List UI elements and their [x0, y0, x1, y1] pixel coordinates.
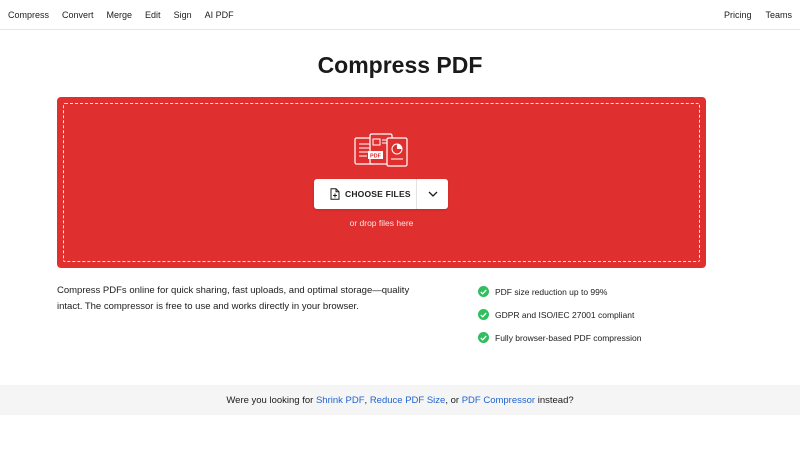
choose-files-button[interactable]: CHOOSE FILES	[314, 179, 448, 209]
feature-text: GDPR and ISO/IEC 27001 compliant	[495, 309, 635, 320]
chevron-down-icon	[428, 191, 437, 197]
nav-item-merge[interactable]: Merge	[107, 10, 133, 20]
svg-text:PDF: PDF	[370, 153, 382, 159]
suggestion-suffix: instead?	[535, 394, 574, 406]
choose-files-main[interactable]: CHOOSE FILES	[314, 179, 417, 209]
nav-item-edit[interactable]: Edit	[145, 10, 161, 20]
tool-description: Compress PDFs online for quick sharing, …	[57, 285, 410, 312]
suggestion-link-pdf-compressor[interactable]: PDF Compressor	[462, 395, 535, 406]
suggestion-prefix: Were you looking for	[226, 394, 316, 406]
suggestion-link-reduce-pdf-size[interactable]: Reduce PDF Size	[370, 395, 446, 406]
feature-text: PDF size reduction up to 99%	[495, 286, 608, 297]
suggestion-separator: , or	[445, 394, 462, 406]
feature-item: Fully browser-based PDF compression	[478, 326, 698, 349]
nav-item-teams[interactable]: Teams	[765, 10, 792, 20]
suggestion-bar: Were you looking for Shrink PDF , Reduce…	[0, 385, 800, 415]
choose-source-dropdown[interactable]	[417, 179, 448, 209]
top-navigation: Compress Convert Merge Edit Sign AI PDF …	[0, 0, 800, 30]
file-add-icon	[330, 188, 340, 200]
check-circle-icon	[478, 332, 489, 343]
nav-item-pricing[interactable]: Pricing	[724, 10, 752, 20]
feature-text: Fully browser-based PDF compression	[495, 332, 642, 343]
choose-files-label: CHOOSE FILES	[345, 189, 411, 199]
feature-item: PDF size reduction up to 99%	[478, 280, 698, 303]
nav-item-convert[interactable]: Convert	[62, 10, 94, 20]
pdf-files-icon: PDF	[354, 133, 408, 167]
nav-item-sign[interactable]: Sign	[174, 10, 192, 20]
page-title: Compress PDF	[317, 52, 483, 78]
nav-menu-left: Compress Convert Merge Edit Sign AI PDF	[8, 0, 247, 30]
nav-menu-right: Pricing Teams	[710, 0, 792, 30]
feature-item: GDPR and ISO/IEC 27001 compliant	[478, 303, 698, 326]
nav-item-compress[interactable]: Compress	[8, 10, 49, 20]
nav-item-ai-pdf[interactable]: AI PDF	[205, 10, 234, 20]
check-circle-icon	[478, 309, 489, 320]
check-circle-icon	[478, 286, 489, 297]
feature-list: PDF size reduction up to 99% GDPR and IS…	[478, 280, 698, 349]
suggestion-link-shrink-pdf[interactable]: Shrink PDF	[316, 395, 365, 406]
drop-files-hint: or drop files here	[349, 218, 414, 228]
